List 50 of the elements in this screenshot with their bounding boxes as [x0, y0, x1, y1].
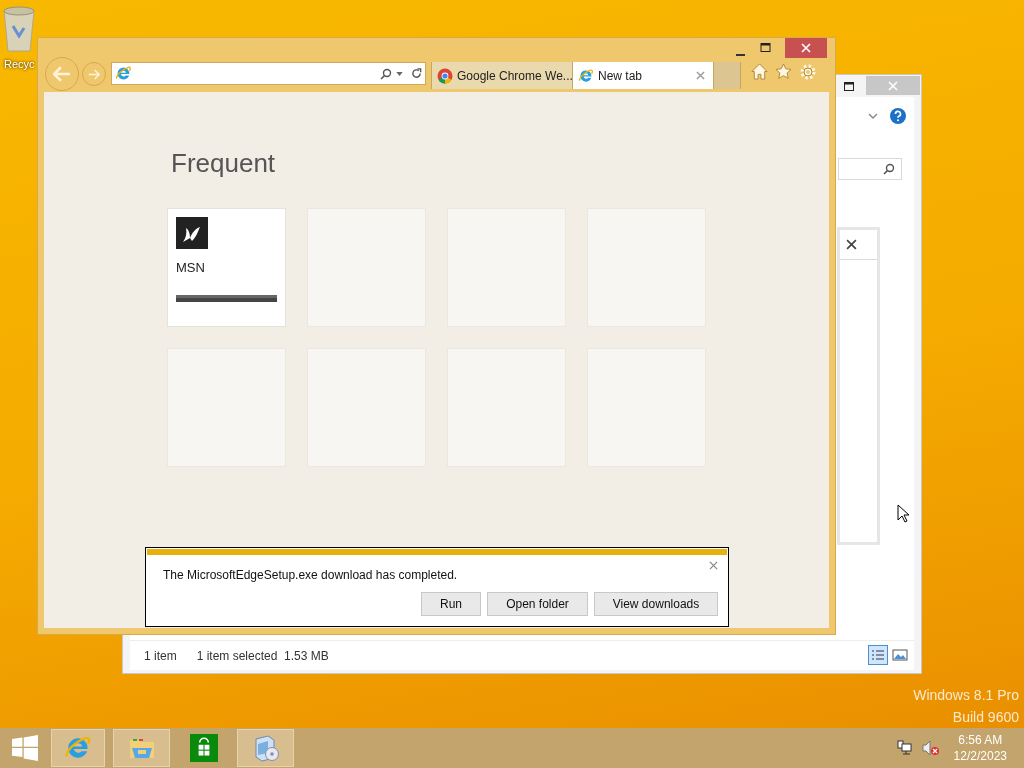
tab-title: Google Chrome We... [457, 67, 573, 85]
close-tab-icon[interactable] [696, 71, 705, 80]
msn-logo-icon [176, 217, 208, 249]
thumbnails-view-icon[interactable] [892, 647, 908, 663]
recycle-bin-icon[interactable] [1, 6, 37, 52]
favorites-star-icon[interactable] [775, 63, 792, 80]
edition-text: Windows 8.1 Pro [913, 686, 1019, 705]
search-icon [883, 163, 895, 175]
home-icon[interactable] [751, 63, 768, 80]
settings-icon[interactable] [799, 63, 817, 81]
store-bag-icon [189, 734, 218, 762]
notification-button[interactable]: View downloads [594, 592, 718, 616]
status-text: 1 item [144, 647, 177, 665]
clock-time: 6:56 AM [958, 732, 1003, 748]
search-icon[interactable] [380, 67, 392, 80]
close-icon[interactable] [846, 239, 857, 250]
notification-message: The MicrosoftEdgeSetup.exe download has completed. [163, 567, 459, 584]
network-icon[interactable] [896, 740, 913, 756]
dropdown-caret-icon[interactable] [396, 71, 403, 76]
clock-date: 12/2/2023 [953, 748, 1007, 764]
close-icon [888, 80, 898, 91]
help-icon[interactable] [890, 108, 906, 124]
chevron-down-icon[interactable] [868, 113, 878, 119]
site-name: MSN [176, 259, 206, 277]
notification-button[interactable]: Open folder [487, 592, 588, 616]
browser-tab[interactable]: New tab [573, 62, 714, 89]
chrome-logo-icon [437, 67, 453, 84]
refresh-icon[interactable] [411, 68, 422, 79]
mouse-cursor-icon [897, 504, 909, 523]
close-button[interactable] [785, 38, 827, 58]
close-icon [801, 43, 811, 53]
maximize-icon[interactable] [844, 82, 854, 92]
taskbar-button[interactable] [51, 729, 105, 767]
edition-text: Build 9600 [952, 708, 1019, 727]
site-tile[interactable]: MSN [167, 208, 286, 327]
volume-muted-icon[interactable] [921, 740, 940, 756]
ie-logo-icon [578, 67, 594, 84]
status-text: 1 item selected 1.53 MB [196, 647, 329, 665]
search-field[interactable] [838, 158, 902, 180]
forward-arrow-icon [88, 68, 100, 80]
back-arrow-icon [53, 66, 71, 82]
start-button[interactable] [12, 735, 38, 761]
notification-button[interactable]: Run [421, 592, 481, 616]
maximize-icon[interactable] [760, 43, 771, 53]
taskbar-button[interactable] [237, 729, 294, 767]
browser-tab[interactable]: Google Chrome We... [432, 62, 573, 89]
section-heading: Frequent [171, 147, 277, 180]
tab-title: New tab [598, 67, 644, 85]
details-view-icon[interactable] [868, 645, 888, 665]
ie-logo-icon [115, 65, 132, 82]
